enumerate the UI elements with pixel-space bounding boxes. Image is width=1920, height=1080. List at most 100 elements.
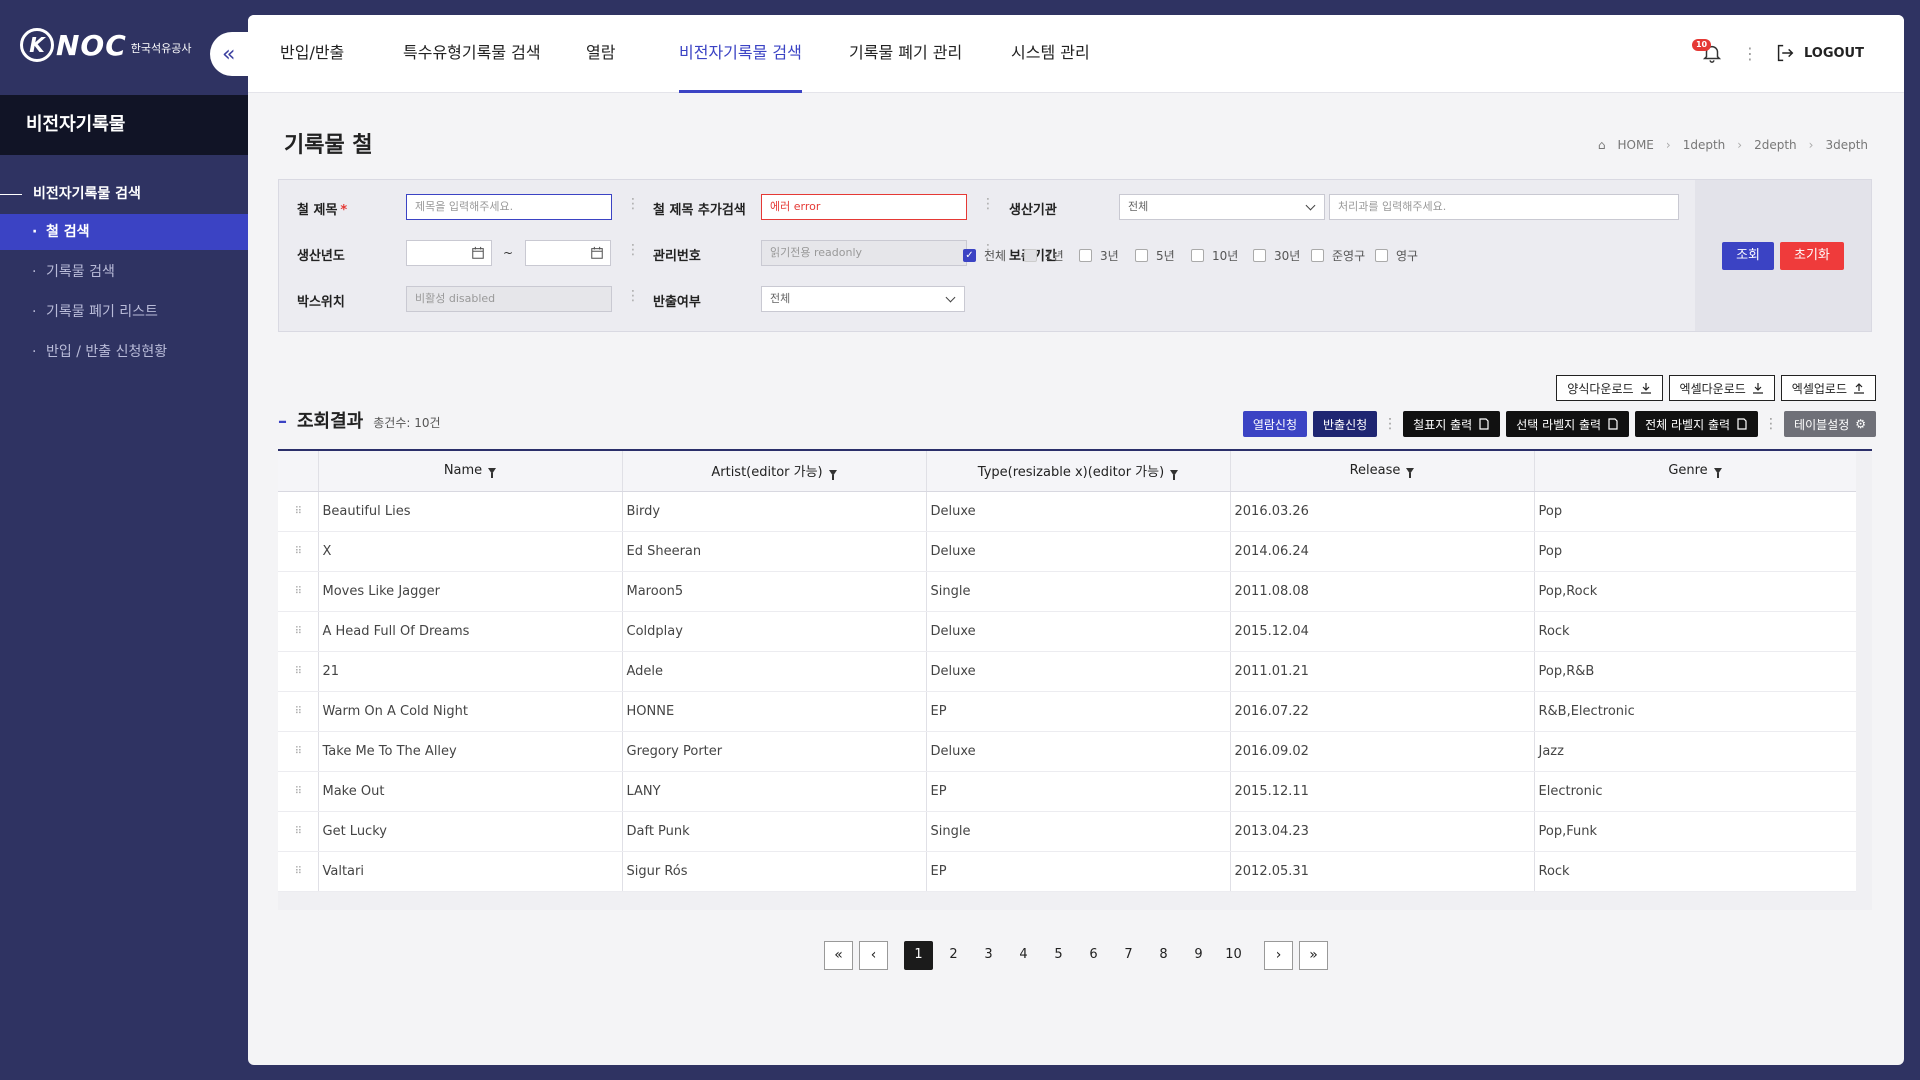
drag-handle-icon[interactable]: ⠿ <box>278 531 319 572</box>
drag-handle-icon[interactable]: ⠿ <box>278 771 319 812</box>
table-row[interactable]: ⠿ Valtari Sigur Rós EP 2012.05.31 Rock <box>278 851 1857 892</box>
table-cell[interactable]: Deluxe <box>926 651 1231 692</box>
page-number[interactable]: 5 <box>1044 941 1073 970</box>
table-cell[interactable]: Deluxe <box>926 531 1231 572</box>
nav-tab[interactable]: 열람 <box>586 15 615 93</box>
page-number[interactable]: 8 <box>1149 941 1178 970</box>
prev-page-button[interactable]: ‹ <box>859 941 888 970</box>
excel-upload-button[interactable]: 엑셀업로드 <box>1780 375 1876 401</box>
table-row[interactable]: ⠿ X Ed Sheeran Deluxe 2014.06.24 Pop <box>278 531 1857 572</box>
reset-button[interactable]: 초기화 <box>1780 241 1844 270</box>
search-button[interactable]: 조회 <box>1722 241 1775 270</box>
page-number[interactable]: 3 <box>974 941 1003 970</box>
table-scrollbar[interactable] <box>1856 451 1872 910</box>
filter-icon[interactable] <box>1170 469 1179 480</box>
filter-icon[interactable] <box>828 469 837 480</box>
drag-handle-icon[interactable]: ⠿ <box>278 691 319 732</box>
checkbox-box[interactable] <box>1024 249 1037 262</box>
page-number[interactable]: 7 <box>1114 941 1143 970</box>
checkbox-box[interactable] <box>1191 249 1204 262</box>
nav-tab[interactable]: 기록물 폐기 관리 <box>849 15 962 93</box>
cover-print-button[interactable]: 철표지 출력 <box>1403 411 1501 437</box>
breadcrumb-depth2[interactable]: 2depth <box>1754 138 1797 152</box>
table-cell[interactable]: LANY <box>622 771 927 812</box>
checkbox-box[interactable] <box>1079 249 1092 262</box>
org-select[interactable]: 전체 <box>1119 194 1325 220</box>
page-number[interactable]: 1 <box>904 941 933 970</box>
nav-tab[interactable]: 특수유형기록물 검색 <box>403 15 541 93</box>
nav-tab[interactable]: 반입/반출 <box>280 15 344 93</box>
drag-handle-icon[interactable]: ⠿ <box>278 491 319 532</box>
breadcrumb-depth1[interactable]: 1depth <box>1683 138 1726 152</box>
template-download-button[interactable]: 양식다운로드 <box>1556 375 1663 401</box>
retention-checkbox[interactable]: 5년 <box>1135 247 1175 264</box>
view-request-button[interactable]: 열람신청 <box>1242 411 1307 437</box>
knoc-logo[interactable]: K NOC 한국석유공사 <box>20 28 192 62</box>
table-settings-button[interactable]: 테이블설정 ⚙ <box>1784 411 1876 437</box>
table-cell[interactable]: Maroon5 <box>622 571 927 612</box>
column-header[interactable]: Name <box>318 451 623 492</box>
year-start-input[interactable] <box>406 240 492 266</box>
table-row[interactable]: ⠿ Make Out LANY EP 2015.12.11 Electronic <box>278 771 1857 812</box>
filter-icon[interactable] <box>488 467 497 478</box>
nav-tab[interactable]: 시스템 관리 <box>1011 15 1090 93</box>
drag-handle-icon[interactable]: ⠿ <box>278 731 319 772</box>
next-page-button[interactable]: › <box>1264 941 1293 970</box>
table-cell[interactable]: Birdy <box>622 491 927 532</box>
table-cell[interactable]: Deluxe <box>926 611 1231 652</box>
checkbox-box[interactable] <box>1253 249 1266 262</box>
retention-checkbox[interactable]: 30년 <box>1253 247 1300 264</box>
table-cell[interactable]: Ed Sheeran <box>622 531 927 572</box>
table-row[interactable]: ⠿ Moves Like Jagger Maroon5 Single 2011.08.0… <box>278 571 1857 612</box>
export-status-select[interactable]: 전체 <box>761 286 965 312</box>
sidebar-item[interactable]: 반입 / 반출 신청현황 <box>0 334 248 370</box>
table-row[interactable]: ⠿ Take Me To The Alley Gregory Porter Delux… <box>278 731 1857 772</box>
retention-checkbox[interactable]: 3년 <box>1079 247 1119 264</box>
table-cell[interactable]: EP <box>926 691 1231 732</box>
sidebar-group[interactable]: 비전자기록물 검색 <box>0 178 248 210</box>
sidebar-item[interactable]: 기록물 검색 <box>0 254 248 290</box>
breadcrumb-depth3[interactable]: 3depth <box>1825 138 1868 152</box>
drag-handle-icon[interactable]: ⠿ <box>278 851 319 892</box>
selected-label-print-button[interactable]: 선택 라벨지 출력 <box>1506 411 1630 437</box>
drag-handle-icon[interactable]: ⠿ <box>278 811 319 852</box>
checkbox-box[interactable]: ✓ <box>963 249 976 262</box>
logout-button[interactable]: LOGOUT <box>1774 42 1864 64</box>
last-page-button[interactable]: » <box>1299 941 1328 970</box>
column-header[interactable]: Type(resizable x)(editor 가능) <box>926 451 1231 492</box>
table-row[interactable]: ⠿ Get Lucky Daft Punk Single 2013.04.23 Pop,F… <box>278 811 1857 852</box>
column-header[interactable]: Genre <box>1534 451 1857 492</box>
breadcrumb-home[interactable]: HOME <box>1617 138 1653 152</box>
org-input[interactable]: 처리과를 입력해주세요. <box>1329 194 1679 220</box>
table-row[interactable]: ⠿ A Head Full Of Dreams Coldplay Deluxe 2015… <box>278 611 1857 652</box>
column-header[interactable]: Release <box>1230 451 1535 492</box>
filter-icon[interactable] <box>1713 467 1722 478</box>
page-number[interactable]: 6 <box>1079 941 1108 970</box>
page-number[interactable]: 10 <box>1219 941 1248 970</box>
table-cell[interactable]: Sigur Rós <box>622 851 927 892</box>
retention-checkbox[interactable]: 영구 <box>1375 247 1418 264</box>
checkbox-box[interactable] <box>1135 249 1148 262</box>
column-header[interactable]: Artist(editor 가능) <box>622 451 927 492</box>
table-cell[interactable]: Deluxe <box>926 731 1231 772</box>
table-cell[interactable]: Adele <box>622 651 927 692</box>
extra-search-input[interactable]: 에러 error <box>761 194 967 220</box>
retention-checkbox[interactable]: ✓ 전체 <box>963 247 1006 264</box>
sidebar-item[interactable]: 기록물 폐기 리스트 <box>0 294 248 330</box>
excel-download-button[interactable]: 엑셀다운로드 <box>1668 375 1775 401</box>
mgmt-number-input[interactable]: 읽기전용 readonly <box>761 240 967 266</box>
drag-handle-icon[interactable]: ⠿ <box>278 571 319 612</box>
page-number[interactable]: 9 <box>1184 941 1213 970</box>
first-page-button[interactable]: « <box>824 941 853 970</box>
table-row[interactable]: ⠿ 21 Adele Deluxe 2011.01.21 Pop,R&B <box>278 651 1857 692</box>
page-number[interactable]: 2 <box>939 941 968 970</box>
table-cell[interactable]: Gregory Porter <box>622 731 927 772</box>
export-request-button[interactable]: 반출신청 <box>1313 411 1378 437</box>
table-cell[interactable]: HONNE <box>622 691 927 732</box>
notification-button[interactable]: 10 <box>1691 39 1726 67</box>
checkbox-box[interactable] <box>1311 249 1324 262</box>
drag-handle-icon[interactable]: ⠿ <box>278 611 319 652</box>
nav-tab[interactable]: 비전자기록물 검색 <box>679 15 802 93</box>
table-cell[interactable]: Single <box>926 811 1231 852</box>
collapse-sidebar-button[interactable]: « <box>210 32 256 76</box>
